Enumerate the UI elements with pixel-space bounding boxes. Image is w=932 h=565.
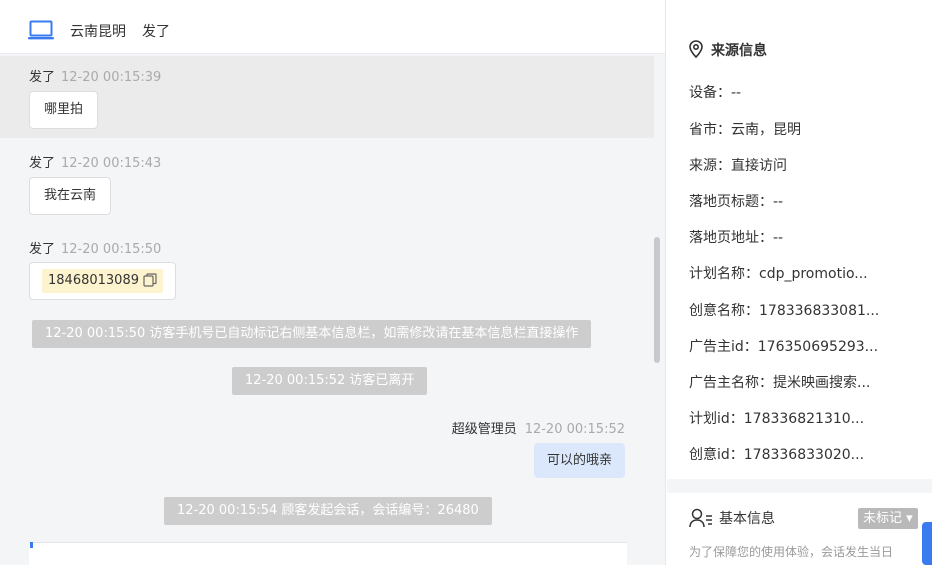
message-time: 12-20 00:15:50 [61, 242, 162, 257]
floating-action-button[interactable] [922, 522, 932, 565]
info-row-plan-name[interactable]: 计划名称：cdp_promotio... [689, 263, 868, 283]
location-pin-icon [689, 40, 703, 58]
visitor-location: 云南昆明 [70, 24, 126, 40]
agent-message-meta: 超级管理员 12-20 00:15:52 [452, 418, 625, 437]
message-bubble[interactable]: 哪里拍 [29, 91, 99, 129]
phone-number: 18468013089 [48, 273, 139, 288]
input-caret [30, 542, 33, 548]
copy-icon[interactable] [143, 273, 157, 287]
message-sender: 发了 [29, 156, 56, 171]
chat-panel: 云南昆明 发了 发了 12-20 00:15:39 哪里拍 发了 12-20 00:… [0, 0, 666, 565]
info-row-landing-url: 落地页地址：-- [689, 230, 784, 246]
basic-info-title: 基本信息 [719, 511, 775, 527]
system-notice: 12-20 00:15:52 访客已离开 [232, 367, 428, 395]
user-list-icon [689, 508, 712, 528]
info-row-advertiser-id[interactable]: 广告主id：176350695293... [689, 336, 878, 356]
message-sender: 发了 [29, 242, 56, 257]
phone-number-chip[interactable]: 18468013089 [42, 269, 163, 293]
tag-dropdown[interactable]: 未标记 ▾ [858, 508, 918, 529]
message-meta: 发了 12-20 00:15:43 [29, 152, 161, 171]
info-row-advertiser-name[interactable]: 广告主名称：提米映画搜索... [689, 372, 870, 392]
visitor-name: 发了 [142, 24, 170, 40]
chat-header: 云南昆明 发了 [0, 0, 665, 54]
info-row-landing-title: 落地页标题：-- [689, 194, 784, 210]
basic-info-header: 基本信息 [689, 508, 775, 528]
laptop-icon [28, 20, 54, 40]
section-divider [667, 479, 932, 493]
privacy-notice: 为了保障您的使用体验，会话发生当日 [689, 545, 894, 559]
message-time: 12-20 00:15:39 [61, 70, 162, 85]
message-meta: 发了 12-20 00:15:39 [29, 66, 161, 85]
message-sender: 发了 [29, 70, 56, 85]
message-bubble[interactable]: 我在云南 [29, 177, 112, 215]
info-row-plan-id[interactable]: 计划id：178336821310... [689, 408, 864, 428]
info-row-province-city: 省市：云南，昆明 [689, 122, 801, 138]
message-input[interactable] [29, 542, 627, 565]
system-notice: 12-20 00:15:50 访客手机号已自动标记右侧基本信息栏，如需修改请在基… [32, 320, 592, 348]
system-notice: 12-20 00:15:54 顾客发起会话，会话编号：26480 [164, 497, 492, 525]
chat-scrollbar[interactable] [654, 237, 660, 363]
info-panel: 来源信息 设备：-- 省市：云南，昆明 来源：直接访问 落地页标题：-- 落地页… [667, 0, 932, 565]
agent-message-bubble[interactable]: 可以的哦亲 [533, 443, 625, 478]
source-info-header: 来源信息 [689, 40, 767, 60]
source-info-title: 来源信息 [711, 43, 767, 59]
phone-message-bubble: 18468013089 [29, 262, 176, 300]
info-row-device: 设备：-- [689, 85, 742, 101]
agent-name: 超级管理员 [451, 422, 517, 437]
info-row-source: 来源：直接访问 [689, 158, 787, 174]
message-time: 12-20 00:15:43 [61, 156, 162, 171]
chat-workspace: 云南昆明 发了 发了 12-20 00:15:39 哪里拍 发了 12-20 00:… [0, 0, 932, 565]
info-row-creative-id[interactable]: 创意id：178336833020... [689, 444, 864, 464]
info-row-creative-name[interactable]: 创意名称：178336833081... [689, 300, 879, 320]
agent-message-time: 12-20 00:15:52 [524, 422, 625, 437]
message-meta: 发了 12-20 00:15:50 [29, 238, 161, 257]
